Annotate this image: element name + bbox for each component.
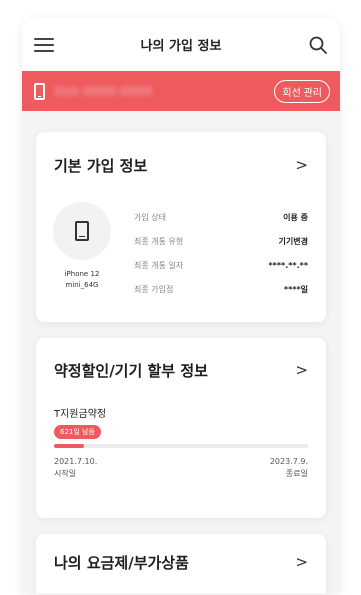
hamburger-menu-icon[interactable] (34, 37, 54, 52)
contract-progress-fill (54, 444, 85, 448)
card-header: 나의 요금제/부가상품 > (36, 534, 326, 590)
end-date-label: 종료일 (285, 469, 308, 478)
contract-progress-bar (54, 444, 308, 448)
detail-row: 최종 가입점 ****일 (134, 277, 308, 301)
chevron-right-icon[interactable]: > (295, 553, 308, 571)
plan-addons-card[interactable]: 나의 요금제/부가상품 > (36, 534, 326, 593)
contract-installment-card[interactable]: 약정할인/기기 할부 정보 > T지원금약정 621일 남음 2021.7.10… (36, 338, 326, 518)
subscription-details: 가입 상태 이용 중 최종 개통 유형 기기변경 최종 개통 일자 ****.*… (134, 205, 308, 301)
detail-label: 가입 상태 (134, 212, 166, 222)
top-navigation-bar: 나의 가입 정보 (22, 18, 340, 71)
card-header: 기본 가입 정보 > (36, 132, 326, 198)
app-screen: 나의 가입 정보 010-0000-0000 회선 관리 기본 가입 정보 > … (22, 18, 340, 593)
mobile-phone-icon (34, 82, 45, 100)
phone-number: 010-0000-0000 (55, 84, 153, 98)
chevron-right-icon[interactable]: > (295, 361, 308, 379)
remaining-days-badge: 621일 남음 (54, 425, 101, 439)
end-date-group: 2023.7.9. 종료일 (270, 456, 308, 480)
page-title: 나의 가입 정보 (140, 39, 222, 54)
detail-row: 최종 개통 일자 ****.**.** (134, 253, 308, 277)
manage-line-button[interactable]: 회선 관리 (274, 79, 330, 103)
device-model: iPhone 12 mini_64G (64, 270, 100, 289)
device-info: iPhone 12 mini_64G (48, 202, 116, 291)
detail-row: 최종 개통 유형 기기변경 (134, 229, 308, 253)
line-selector-bar: 010-0000-0000 회선 관리 (22, 71, 340, 111)
start-date-group: 2021.7.10. 시작일 (54, 456, 97, 480)
start-date: 2021.7.10. (54, 457, 98, 466)
detail-row: 가입 상태 이용 중 (134, 205, 308, 229)
search-icon[interactable] (308, 35, 328, 55)
detail-label: 최종 가입점 (134, 284, 174, 294)
contract-dates: 2021.7.10. 시작일 2023.7.9. 종료일 (54, 456, 308, 480)
card-title: 약정할인/기기 할부 정보 (54, 361, 208, 380)
card-title: 기본 가입 정보 (54, 156, 148, 175)
device-avatar (53, 202, 111, 260)
chevron-right-icon[interactable]: > (295, 156, 308, 174)
detail-value: 기기변경 (278, 236, 308, 246)
smartphone-icon (75, 221, 89, 241)
detail-value: ****.**.** (268, 260, 308, 270)
start-date-label: 시작일 (54, 469, 77, 478)
end-date: 2023.7.9. (269, 457, 308, 466)
card-header: 약정할인/기기 할부 정보 > (36, 338, 326, 402)
detail-label: 최종 개통 일자 (134, 260, 184, 270)
detail-label: 최종 개통 유형 (134, 236, 184, 246)
basic-subscription-card[interactable]: 기본 가입 정보 > iPhone 12 mini_64G 가입 상태 이용 중… (36, 132, 326, 322)
contract-plan-name: T지원금약정 (54, 409, 107, 420)
detail-value: 이용 중 (283, 212, 308, 222)
detail-value: ****일 (283, 284, 308, 294)
card-title: 나의 요금제/부가상품 (54, 553, 189, 572)
